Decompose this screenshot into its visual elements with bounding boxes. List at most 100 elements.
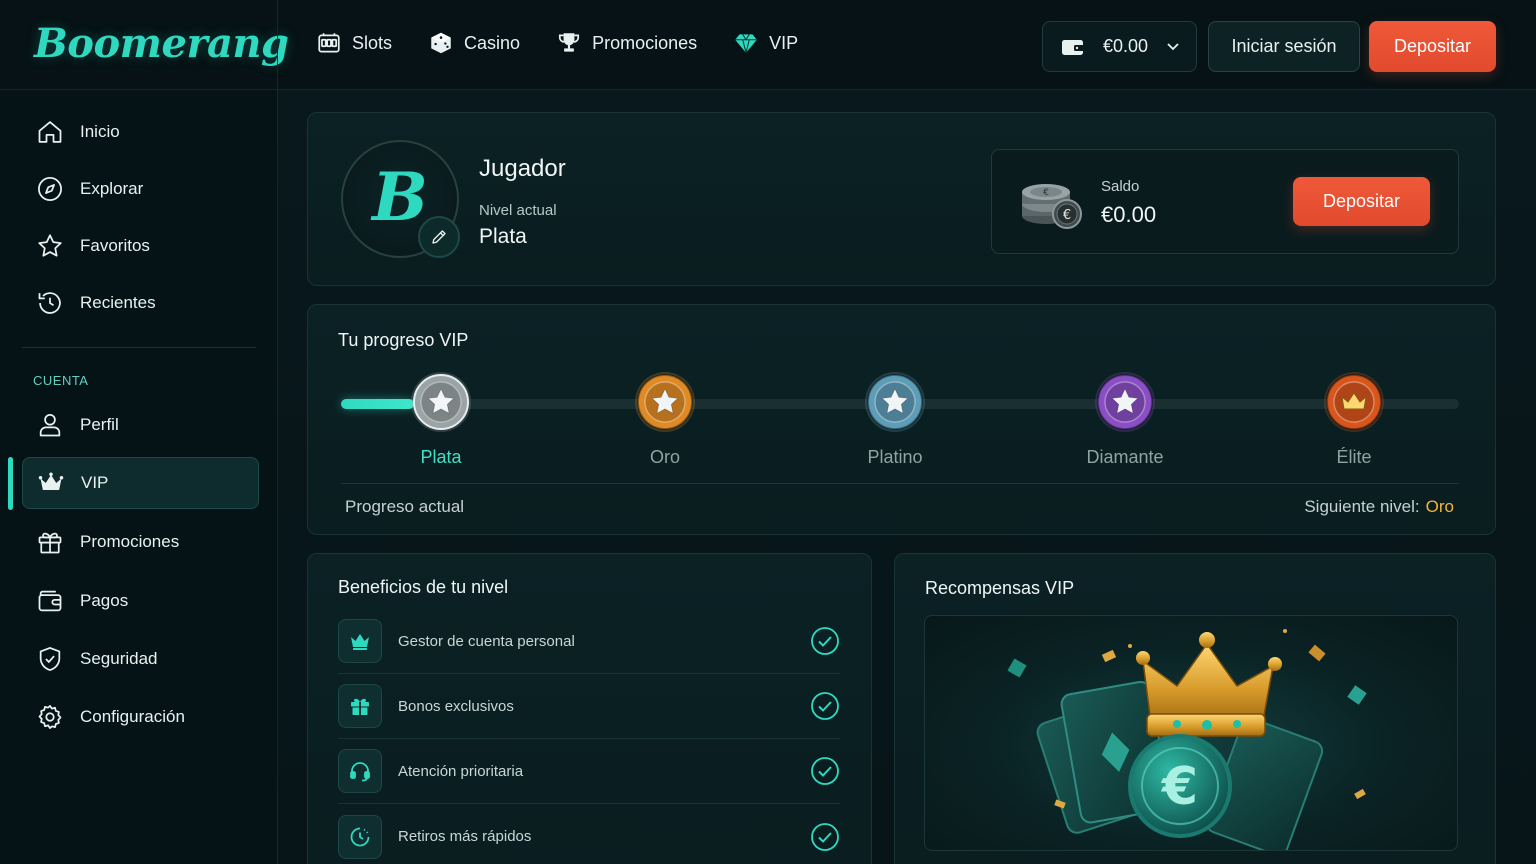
next-level: Siguiente nivel: Oro [1304,497,1454,517]
star-medal-icon [865,372,925,432]
sidebar-item-favoritos[interactable]: Favoritos [22,220,259,272]
sidebar-divider [22,347,256,348]
rewards-card: Recompensas VIP € [894,553,1496,864]
topnav-slots-label: Slots [352,32,393,53]
sidebar-item-label: Explorar [80,179,144,198]
sidebar-item-explorar[interactable]: Explorar [22,163,259,215]
crown-icon [351,634,369,650]
dice-icon [431,32,451,54]
wallet-dropdown[interactable]: €0.00 [1042,21,1197,72]
vip-tier-label: Platino [867,447,923,467]
vip-tier-label: Diamante [1086,447,1164,467]
brand-logo[interactable]: Boomerang [34,20,289,67]
vip-tier-label: Plata [420,447,462,467]
user-icon [39,413,61,437]
next-level-label: Siguiente nivel: [1304,497,1420,516]
sidebar-item-label: Configuración [80,707,185,726]
star-medal-icon [635,372,695,432]
sidebar-item-configuracion[interactable]: Configuración [22,691,259,743]
slot-machine-icon [318,33,340,53]
balance-label: Saldo [1101,178,1140,195]
vip-tier-plata[interactable]: Plata [371,371,511,468]
balance-value: €0.00 [1101,202,1157,227]
benefit-icon-box [338,749,382,793]
sidebar-item-vip[interactable]: VIP [22,457,259,509]
sidebar-item-label: Perfil [80,415,119,434]
edit-avatar-button[interactable] [418,216,460,258]
rewards-title: Recompensas VIP [925,578,1075,598]
sidebar-item-recientes[interactable]: Recientes [22,277,259,329]
sidebar-item-label: VIP [81,473,109,492]
sidebar: Inicio Explorar Favoritos Recientes CUEN… [0,90,278,864]
check-circle-icon [811,627,839,655]
check-circle-icon [811,822,839,851]
sidebar-item-promociones[interactable]: Promociones [22,516,259,568]
coins-icon: € € [1022,184,1082,229]
sidebar-section-title: CUENTA [33,373,89,388]
svg-text:€: € [1063,208,1071,223]
topnav-casino-label: Casino [464,32,521,53]
topbar-divider [277,0,278,90]
star-medal-icon [411,372,471,432]
benefit-icon-box [338,684,382,728]
diamond-icon [735,34,757,53]
app-root: Boomerang Slots Casino Promociones VIP €… [0,0,1536,864]
sidebar-item-label: Favoritos [80,236,150,255]
check-circle-icon [811,692,839,720]
gear-icon [38,705,62,729]
topnav-vip-label: VIP [769,32,799,53]
gift-icon [351,698,369,715]
sidebar-item-label: Pagos [80,591,129,610]
progress-label: Progreso actual [345,497,465,516]
benefit-row: Bonos exclusivos [338,674,840,739]
next-level-value: Oro [1425,497,1454,516]
crown-coin-illustration: € [1007,629,1367,850]
vip-tier-platino[interactable]: Platino [825,371,965,468]
benefits-card: Beneficios de tu nivel Gestor de cuenta … [307,553,872,864]
home-icon [38,121,62,143]
chevron-down-icon [1167,42,1179,50]
sidebar-item-pagos[interactable]: Pagos [22,575,259,627]
sidebar-item-perfil[interactable]: Perfil [22,399,259,451]
topnav-slots[interactable]: Slots [316,30,392,56]
vip-divider [341,483,1459,484]
vip-tier-oro[interactable]: Oro [595,371,735,468]
benefits-title: Beneficios de tu nivel [338,577,509,597]
vip-tier-elite[interactable]: Élite [1284,371,1424,468]
level-label: Nivel actual [479,202,557,219]
rewards-illustration: € [924,615,1458,851]
balance-box: € € Saldo €0.00 Depositar [991,149,1459,254]
history-icon [38,292,61,314]
benefit-label: Retiros más rápidos [398,828,532,845]
vip-tier-label: Élite [1336,447,1372,467]
benefit-label: Gestor de cuenta personal [398,632,575,650]
vip-progress-title: Tu progreso VIP [338,330,469,350]
benefit-icon-box [338,619,382,663]
topnav-promociones[interactable]: Promociones [556,30,697,56]
benefit-row: Gestor de cuenta personal [338,609,840,674]
crown-icon [38,472,64,490]
check-circle-icon [811,757,839,785]
topnav-vip[interactable]: VIP [733,30,798,56]
top-nav: Slots Casino Promociones VIP [316,30,798,56]
benefit-row: Retiros más rápidos [338,804,840,864]
vip-tier-diamante[interactable]: Diamante [1055,371,1195,468]
sidebar-item-inicio[interactable]: Inicio [22,106,259,158]
header-deposit-button[interactable]: Depositar [1369,21,1496,72]
crown-medal-icon [1324,372,1384,432]
balance-deposit-button[interactable]: Depositar [1293,177,1430,226]
compass-icon [38,177,62,201]
topnav-casino[interactable]: Casino [428,30,520,56]
level-value: Plata [479,225,527,248]
top-bar: Boomerang Slots Casino Promociones VIP €… [0,0,1536,90]
sidebar-item-seguridad[interactable]: Seguridad [22,633,259,685]
sidebar-item-label: Seguridad [80,649,158,668]
benefit-label: Atención prioritaria [398,762,524,780]
wallet-icon [1062,39,1084,55]
benefit-icon-box [338,814,382,859]
star-icon [38,234,62,257]
shield-check-icon [39,647,61,671]
login-button[interactable]: Iniciar sesión [1208,21,1360,72]
avatar-letter: B [372,158,428,236]
pencil-icon [432,230,446,244]
